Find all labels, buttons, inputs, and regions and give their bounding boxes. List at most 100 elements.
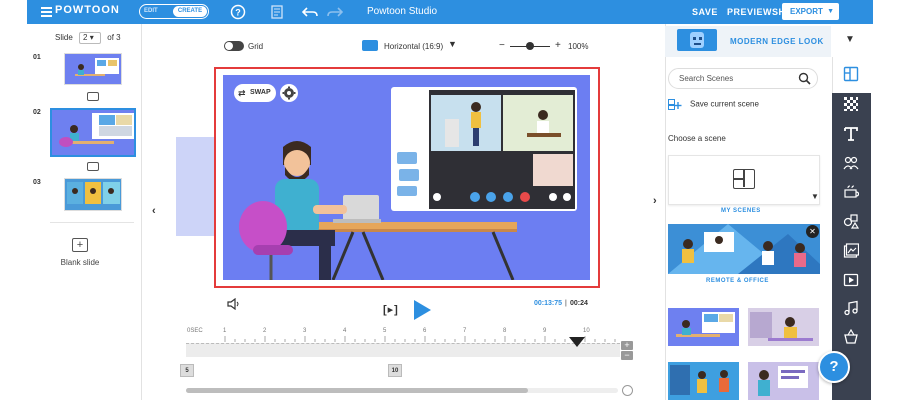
volume-icon[interactable] [227, 298, 241, 310]
background-icon[interactable] [843, 96, 859, 112]
slide-label: Slide [55, 33, 73, 43]
transition-icon[interactable] [87, 162, 99, 171]
mode-switch[interactable]: EDIT CREATE [139, 4, 209, 19]
characters-icon[interactable] [843, 155, 859, 171]
video-icon[interactable] [843, 272, 859, 288]
props-icon[interactable] [843, 184, 859, 200]
my-scenes-card[interactable] [668, 155, 820, 205]
time-separator: | [565, 300, 567, 307]
help-button[interactable]: ? [818, 351, 850, 383]
timeline-zoom-in-icon[interactable]: + [621, 341, 633, 350]
transition-icon[interactable] [87, 92, 99, 101]
divider [50, 222, 134, 223]
grid-label: Grid [248, 42, 264, 51]
scene-illustration [239, 87, 577, 280]
slide-canvas[interactable] [223, 75, 590, 280]
gear-icon [282, 86, 296, 100]
my-scenes-label: MY SCENES [721, 208, 761, 214]
save-current-scene-button[interactable]: Save current scene [668, 99, 759, 110]
timeline-zoom-out-icon[interactable]: − [621, 351, 633, 360]
collapse-left-icon[interactable]: ‹ [152, 205, 156, 217]
create-mode-button[interactable]: CREATE [173, 6, 207, 17]
timeline-playhead[interactable] [569, 337, 585, 347]
timeline-track[interactable] [186, 343, 620, 357]
slide-thumbnail-2[interactable] [50, 108, 136, 157]
orientation-icon [362, 40, 378, 51]
zoom-in-icon[interactable]: + [555, 40, 561, 51]
search-icon[interactable] [798, 72, 811, 85]
slide-number: 02 [33, 109, 41, 116]
timeline-marker[interactable]: 10 [388, 364, 402, 377]
hamburger-icon[interactable] [41, 7, 52, 17]
chevron-down-icon[interactable]: ▼ [811, 192, 819, 201]
powtoon-logo: POWTOON [55, 4, 120, 16]
scene-search[interactable] [668, 68, 818, 89]
shapes-icon[interactable] [843, 213, 859, 229]
remote-office-label: REMOTE & OFFICE [706, 278, 769, 284]
top-bar: POWTOON EDIT CREATE ? Powtoon Studio SAV… [27, 0, 873, 24]
export-button[interactable]: EXPORT ▼ [782, 3, 839, 20]
choose-scene-heading: Choose a scene [668, 134, 726, 143]
zoom-out-icon[interactable]: − [499, 40, 505, 51]
play-scene-button[interactable]: [▸] [383, 303, 399, 316]
chevron-down-icon: ▼ [827, 8, 834, 15]
look-thumbnail [677, 29, 717, 51]
help-circle-icon[interactable]: ? [230, 4, 246, 20]
grid-toggle[interactable] [224, 41, 244, 51]
slide-number: 01 [33, 54, 41, 61]
scene-settings-button[interactable] [280, 84, 298, 102]
scene-thumbnail[interactable] [668, 362, 739, 400]
slide-navigator: Slide 2 ▾ of 3 [55, 32, 121, 44]
current-time: 00:13:75 [534, 300, 563, 307]
scene-thumbnail[interactable] [668, 308, 739, 346]
plus-icon: + [72, 238, 88, 252]
slide-thumbnail-1[interactable] [64, 53, 122, 85]
specials-icon[interactable] [843, 329, 859, 345]
look-name: MODERN EDGE LOOK [730, 37, 824, 46]
media-icon[interactable] [843, 243, 859, 259]
notes-icon[interactable] [269, 4, 285, 20]
svg-text:?: ? [235, 8, 241, 18]
export-label: EXPORT [790, 7, 823, 16]
chevron-down-icon[interactable]: ▼ [448, 39, 457, 49]
swap-icon: ⇄ [238, 88, 246, 98]
scene-thumbnail[interactable] [748, 362, 819, 400]
slide-1-illustration [75, 58, 119, 76]
text-icon[interactable] [843, 126, 859, 142]
fit-timeline-icon[interactable] [622, 385, 633, 396]
save-scene-label: Save current scene [690, 99, 759, 109]
chevron-down-icon[interactable]: ▼ [845, 34, 855, 45]
preview-button[interactable]: PREVIEW [727, 7, 772, 17]
search-input[interactable] [679, 74, 789, 83]
blank-slide-button[interactable]: + Blank slide [45, 238, 115, 267]
blank-slide-label: Blank slide [60, 258, 100, 267]
timeline-marker[interactable]: 5 [180, 364, 194, 377]
remote-office-illustration [668, 224, 820, 274]
slide-2-illustration [59, 113, 134, 147]
slide-number: 03 [33, 179, 41, 186]
studio-title: Powtoon Studio [367, 6, 438, 17]
save-button[interactable]: SAVE [692, 7, 718, 17]
slide-select[interactable]: 2 ▾ [79, 32, 102, 44]
swap-button[interactable]: ⇄ SWAP [234, 84, 276, 102]
total-time: 00:24 [570, 300, 588, 307]
zoom-slider-handle[interactable] [526, 42, 534, 50]
current-slide: 2 [83, 33, 88, 42]
layout-icon [733, 169, 755, 189]
undo-icon[interactable] [302, 4, 318, 20]
look-illustration [690, 32, 704, 48]
remote-office-card[interactable] [668, 224, 820, 274]
orientation-select[interactable]: Horizontal (16:9) [384, 42, 443, 51]
scene-thumbnail[interactable] [748, 308, 819, 346]
collapse-right-icon[interactable]: › [653, 195, 657, 207]
layout-icon[interactable] [843, 66, 859, 82]
edit-mode-button[interactable]: EDIT [144, 8, 158, 14]
music-icon[interactable] [843, 300, 859, 316]
close-icon[interactable]: ✕ [806, 225, 819, 238]
swap-label: SWAP [250, 89, 271, 96]
slide-thumbnail-3[interactable] [64, 178, 122, 211]
play-icon[interactable] [414, 300, 431, 320]
slide-3-illustration [67, 182, 120, 204]
timeline-scrollbar[interactable] [186, 388, 528, 393]
redo-icon[interactable] [327, 4, 343, 20]
